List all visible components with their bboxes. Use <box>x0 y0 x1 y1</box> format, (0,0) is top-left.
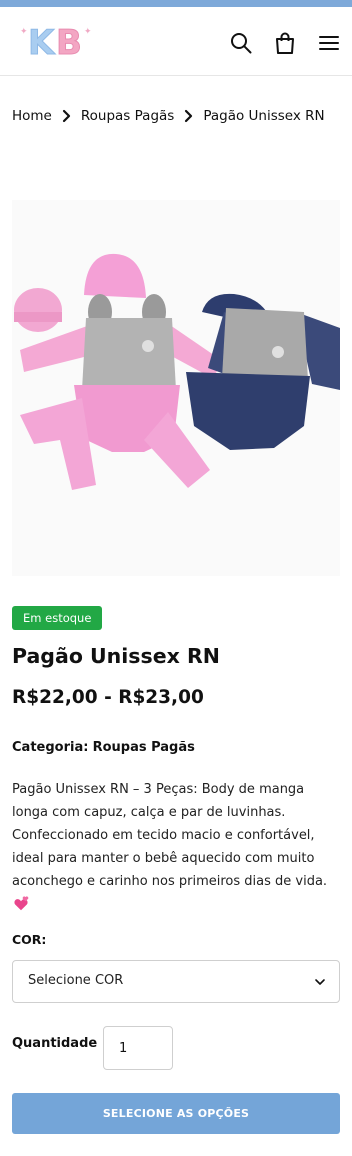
breadcrumb-current: Pagão Unissex RN <box>203 108 325 124</box>
star-icon: ✦ <box>84 27 92 37</box>
breadcrumb-category[interactable]: Roupas Pagãs <box>81 108 174 124</box>
product-category: Categoria: Roupas Pagãs <box>12 740 195 755</box>
product-price: R$22,00 - R$23,00 <box>12 687 204 708</box>
stock-badge: Em estoque <box>12 606 103 630</box>
chevron-right-icon <box>185 109 193 123</box>
product-title: Pagão Unissex RN <box>12 644 220 668</box>
menu-icon[interactable] <box>317 31 341 55</box>
top-accent-stripe <box>0 0 352 7</box>
description-text: Pagão Unissex RN – 3 Peças: Body de mang… <box>12 782 328 889</box>
site-header: K B ✦ ✦ <box>0 7 352 76</box>
quantity-label: Quantidade <box>12 1036 98 1051</box>
color-select-value: Selecione COR <box>28 973 124 988</box>
product-image[interactable] <box>12 200 340 576</box>
category-label: Categoria: <box>12 740 89 755</box>
color-select[interactable]: Selecione COR <box>12 960 340 1003</box>
search-icon[interactable] <box>229 31 253 55</box>
category-link[interactable]: Roupas Pagãs <box>93 740 195 755</box>
two-hearts-icon <box>14 896 29 911</box>
quantity-input[interactable] <box>103 1026 173 1070</box>
bag-icon[interactable] <box>273 31 297 55</box>
product-description: Pagão Unissex RN – 3 Peças: Body de mang… <box>12 778 342 913</box>
logo[interactable]: K B ✦ ✦ <box>20 23 92 64</box>
breadcrumb: Home Roupas Pagãs Pagão Unissex RN <box>12 105 325 127</box>
star-icon: ✦ <box>20 27 28 37</box>
breadcrumb-home[interactable]: Home <box>12 108 52 124</box>
chevron-right-icon <box>62 109 70 123</box>
chevron-down-icon <box>315 979 325 985</box>
select-options-button[interactable]: SELECIONE AS OPÇÕES <box>12 1093 340 1134</box>
color-label: COR: <box>12 932 47 947</box>
